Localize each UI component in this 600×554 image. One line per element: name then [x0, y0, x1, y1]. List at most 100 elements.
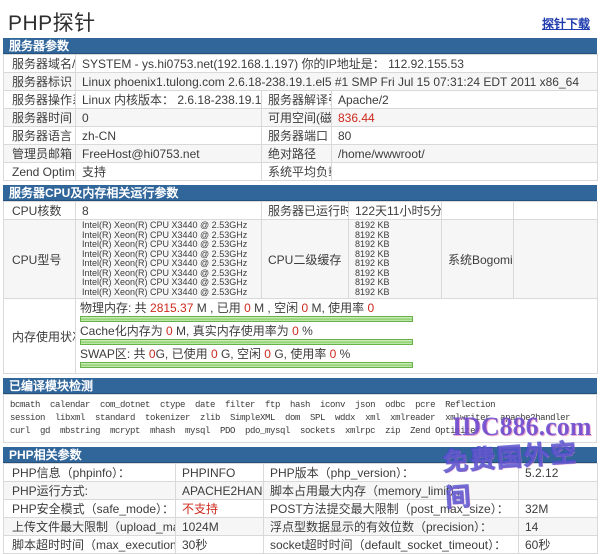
row-label: 服务器标识: [4, 73, 76, 91]
row-value: zh-CN: [76, 127, 262, 145]
disk-free-value: 836.44: [332, 109, 598, 127]
row-value: 122天11小时5分钟: [349, 202, 442, 220]
cpu-model-list: Intel(R) Xeon(R) CPU X3440 @ 2.53GHz Int…: [76, 220, 262, 299]
row-value: 80: [332, 127, 598, 145]
table-row: bcmath calendar com_dotnet ctype date fi…: [4, 395, 597, 443]
phpinfo-value: PHPINFO: [176, 464, 264, 482]
row-label: 服务器语言: [4, 127, 76, 145]
row-label: socket超时时间（default_socket_timeout）：: [264, 536, 519, 554]
row-label: 服务器解译引擎: [262, 91, 332, 109]
table-row: 服务器域名/IP地址 SYSTEM - ys.hi0753.net(192.16…: [4, 55, 598, 73]
modules-table: bcmath calendar com_dotnet ctype date fi…: [3, 394, 597, 443]
cpu-cache-list: 8192 KB 8192 KB 8192 KB 8192 KB 8192 KB …: [349, 220, 442, 299]
text: %: [336, 347, 350, 361]
row-value: 60秒: [519, 536, 598, 554]
row-value: [332, 163, 598, 181]
table-row: 服务器操作系统 Linux 内核版本： 2.6.18-238.19.1.el5 …: [4, 91, 598, 109]
text: Cache化内存为: [80, 324, 166, 338]
table-row: 服务器标识 Linux phoenix1.tulong.com 2.6.18-2…: [4, 73, 598, 91]
page-title: PHP探针: [8, 7, 96, 37]
row-value: Apache/2: [332, 91, 598, 109]
cache-value: 0: [166, 324, 173, 338]
table-row: 脚本超时时间（max_execution_time）： 30秒 socket超时…: [4, 536, 598, 554]
text: G, 已使用: [156, 347, 211, 361]
row-value: Linux 内核版本： 2.6.18-238.19.1.el5: [76, 91, 262, 109]
swap-total-value: 0: [149, 347, 156, 361]
row-label: CPU二级缓存: [262, 220, 349, 299]
table-row: 管理员邮箱 FreeHost@hi0753.net 绝对路径 /home/www…: [4, 145, 598, 163]
row-value: 14: [519, 518, 598, 536]
table-row: 上传文件最大限制（upload_max_filesize）： 1024M 浮点型…: [4, 518, 598, 536]
section-header-php: PHP相关参数: [3, 447, 597, 463]
text: M , 已用: [193, 301, 244, 315]
row-value: 1024M: [176, 518, 264, 536]
row-label: PHP信息（phpinfo）：: [4, 464, 176, 482]
row-label: 服务器端口: [262, 127, 332, 145]
row-value: SYSTEM - ys.hi0753.net(192.168.1.197) 你的…: [76, 55, 598, 73]
table-row: 服务器语言 zh-CN 服务器端口 80: [4, 127, 598, 145]
memory-usage-cell: 物理内存: 共 2815.37 M , 已用 0 M , 空闲 0 M, 使用率…: [76, 299, 598, 374]
row-label: 脚本占用最大内存（memory_limit）：: [264, 482, 519, 500]
row-value: FreeHost@hi0753.net: [76, 145, 262, 163]
text: M , 空闲: [251, 301, 302, 315]
section-header-server: 服务器参数: [3, 38, 597, 54]
cache-rate-value: 0: [292, 324, 299, 338]
row-label: 服务器已运行时间: [262, 202, 349, 220]
cache-memory-line: Cache化内存为 0 M, 真实内存使用率为 0 %: [80, 325, 593, 338]
row-value: 0: [76, 109, 262, 127]
row-label: 系统Bogomips: [442, 220, 514, 299]
row-label: 服务器操作系统: [4, 91, 76, 109]
swap-bar: [80, 362, 413, 368]
top-bar: PHP探针 探针下载: [0, 0, 600, 38]
physical-total-value: 2815.37: [150, 301, 193, 315]
row-label: 系统平均负载: [262, 163, 332, 181]
text: %: [299, 324, 313, 338]
row-label: 管理员邮箱: [4, 145, 76, 163]
row-label: PHP安全模式（safe_mode）：: [4, 500, 176, 518]
row-value: 32M: [519, 500, 598, 518]
row-label: PHP版本（php_version）：: [264, 464, 519, 482]
table-row: PHP信息（phpinfo）： PHPINFO PHP版本（php_versio…: [4, 464, 598, 482]
row-label: PHP运行方式:: [4, 482, 176, 500]
row-label: 绝对路径: [262, 145, 332, 163]
table-row: CPU核数 8 服务器已运行时间 122天11小时5分钟: [4, 202, 598, 220]
table-row: PHP安全模式（safe_mode）： 不支持 POST方法提交最大限制（pos…: [4, 500, 598, 518]
cache-memory-bar: [80, 339, 413, 345]
row-label: 上传文件最大限制（upload_max_filesize）：: [4, 518, 176, 536]
modules-list: bcmath calendar com_dotnet ctype date fi…: [4, 395, 597, 443]
physical-rate-value: 0: [367, 301, 374, 315]
row-label: CPU核数: [4, 202, 76, 220]
cpu-memory-table: CPU核数 8 服务器已运行时间 122天11小时5分钟 CPU型号 Intel…: [3, 201, 598, 374]
row-label: 服务器域名/IP地址: [4, 55, 76, 73]
table-row: PHP运行方式: APACHE2HANDLER 脚本占用最大内存（memory_…: [4, 482, 598, 500]
empty-cell: [442, 202, 514, 220]
text: 物理内存: 共: [80, 301, 150, 315]
php-params-table: PHP信息（phpinfo）： PHPINFO PHP版本（php_versio…: [3, 463, 598, 554]
probe-download-link[interactable]: 探针下载: [542, 15, 590, 32]
text: G, 使用率: [271, 347, 330, 361]
row-value: 30秒: [176, 536, 264, 554]
row-value: Linux phoenix1.tulong.com 2.6.18-238.19.…: [76, 73, 598, 91]
physical-memory-bar: [80, 316, 413, 322]
row-label: POST方法提交最大限制（post_max_size）：: [264, 500, 519, 518]
physical-used-value: 0: [244, 301, 251, 315]
row-value: [514, 220, 598, 299]
row-label: 可用空间(磁盘区): [262, 109, 332, 127]
text: G, 空闲: [218, 347, 265, 361]
row-value: [519, 482, 598, 500]
row-label: 内存使用状况: [4, 299, 76, 374]
row-value: 支持: [76, 163, 262, 181]
table-row: CPU型号 Intel(R) Xeon(R) CPU X3440 @ 2.53G…: [4, 220, 598, 299]
empty-cell: [514, 202, 598, 220]
row-value: 5.2.12: [519, 464, 598, 482]
row-label: Zend Optimizer: [4, 163, 76, 181]
row-label: 浮点型数据显示的有效位数（precision）：: [264, 518, 519, 536]
table-row: 内存使用状况 物理内存: 共 2815.37 M , 已用 0 M , 空闲 0…: [4, 299, 598, 374]
row-value: APACHE2HANDLER: [176, 482, 264, 500]
text: SWAP区: 共: [80, 347, 149, 361]
swap-line: SWAP区: 共 0G, 已使用 0 G, 空闲 0 G, 使用率 0 %: [80, 348, 593, 361]
safe-mode-value: 不支持: [176, 500, 264, 518]
table-row: 服务器时间 0 可用空间(磁盘区) 836.44: [4, 109, 598, 127]
table-row: Zend Optimizer 支持 系统平均负载: [4, 163, 598, 181]
section-header-modules: 已编译模块检测: [3, 378, 597, 394]
